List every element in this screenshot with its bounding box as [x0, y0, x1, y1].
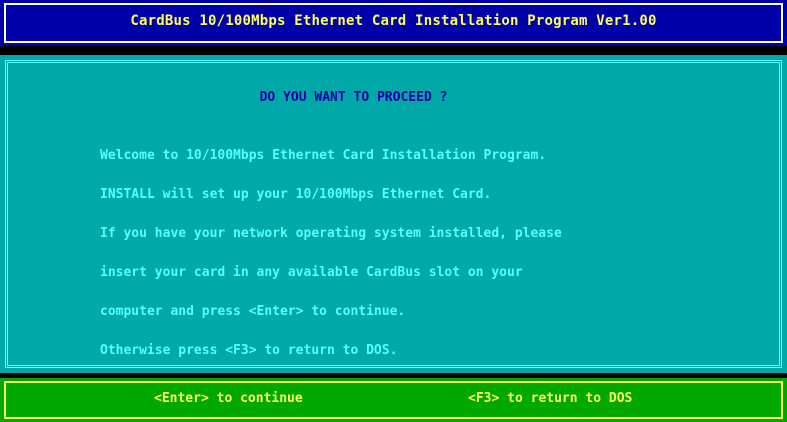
- key-hint-bar: <Enter> to continue <F3> to return to DO…: [0, 378, 787, 422]
- key-hint-frame: [4, 381, 783, 419]
- message-line: INSTALL will set up your 10/100Mbps Ethe…: [100, 187, 492, 202]
- main-panel: DO YOU WANT TO PROCEED ? Welcome to 10/1…: [0, 55, 787, 373]
- message-line: If you have your network operating syste…: [100, 226, 562, 241]
- continue-hint[interactable]: <Enter> to continue: [154, 391, 303, 406]
- proceed-prompt: DO YOU WANT TO PROCEED ?: [259, 90, 448, 105]
- message-line: computer and press <Enter> to continue.: [100, 304, 406, 319]
- welcome-message: Welcome to 10/100Mbps Ethernet Card Inst…: [100, 123, 562, 383]
- message-line: Welcome to 10/100Mbps Ethernet Card Inst…: [100, 148, 547, 163]
- message-line: Otherwise press <F3> to return to DOS.: [100, 343, 398, 358]
- message-line: insert your card in any available CardBu…: [100, 265, 523, 280]
- return-to-dos-hint[interactable]: <F3> to return to DOS: [468, 391, 632, 406]
- program-title: CardBus 10/100Mbps Ethernet Card Install…: [130, 13, 657, 29]
- title-bar: CardBus 10/100Mbps Ethernet Card Install…: [0, 0, 787, 46]
